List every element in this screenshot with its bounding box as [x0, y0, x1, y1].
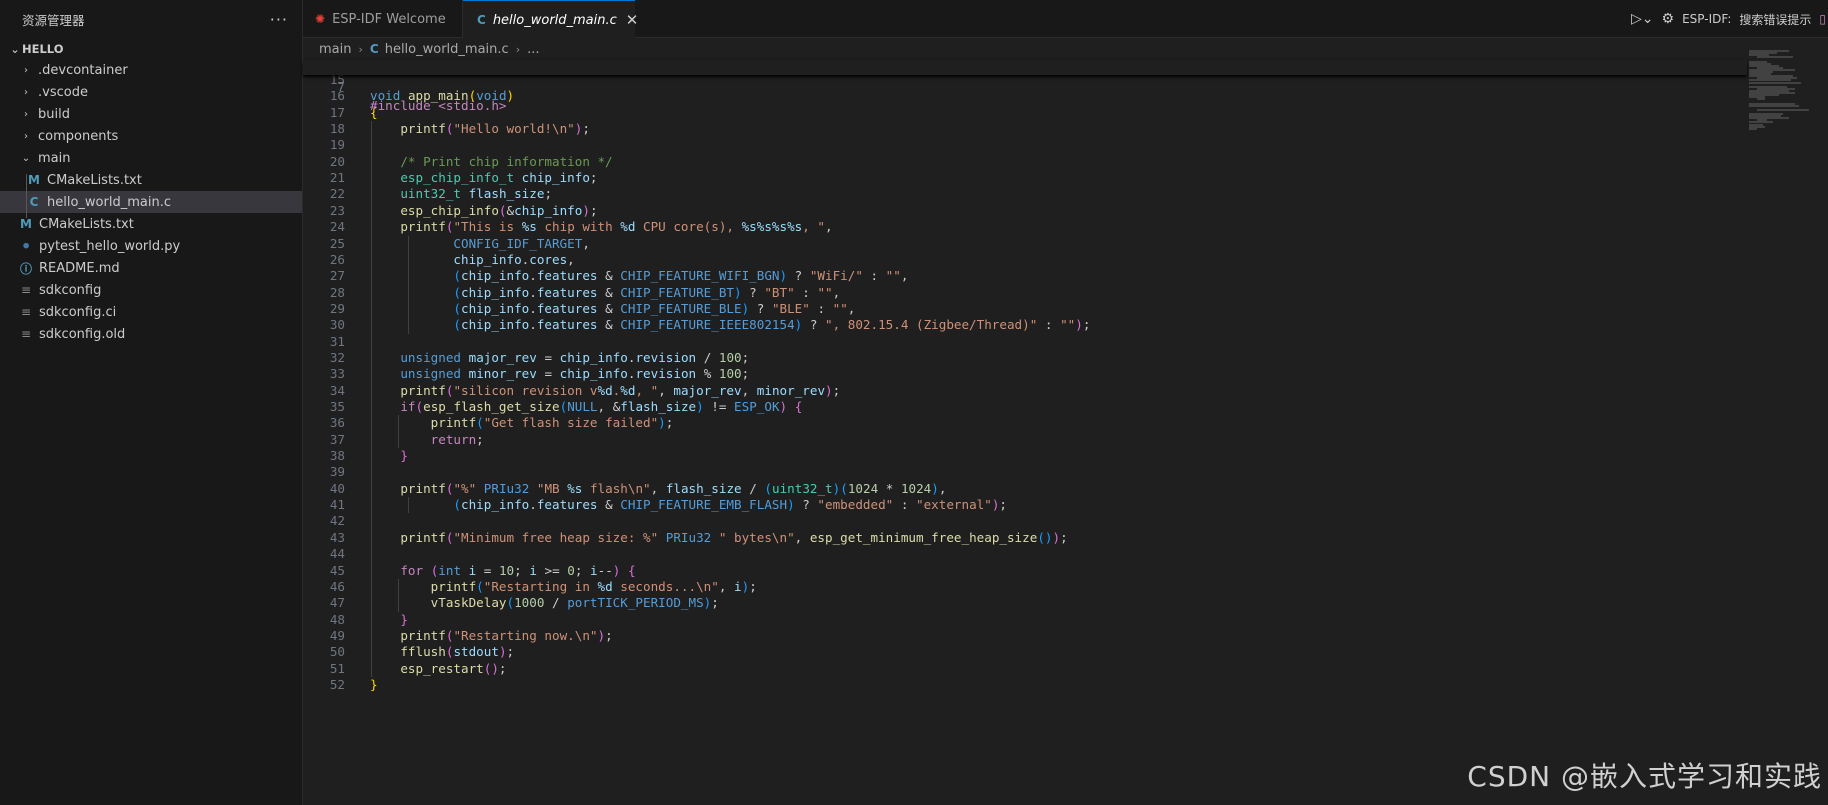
editor-actions: ▷⌄ ⚙ ESP-IDF: 搜索错误提示 ▯ [1631, 0, 1828, 38]
tab-label: ESP-IDF Welcome [332, 11, 446, 27]
cmake-file-icon: M [20, 217, 32, 231]
chevron-right-icon: › [515, 42, 521, 56]
tree-item-label: sdkconfig [39, 282, 102, 298]
file-tree: › .devcontainer › .vscode › build › components ⌄… [0, 59, 302, 345]
watermark: CSDN @嵌入式学习和实践 [1467, 760, 1822, 793]
esp-idf-label: ESP-IDF: [1682, 12, 1732, 26]
config-file-icon: ≡ [20, 327, 32, 341]
tree-item-label: build [38, 106, 70, 122]
tree-item-label: hello_world_main.c [47, 194, 171, 210]
search-error-hint-button[interactable]: 搜索错误提示 [1739, 11, 1811, 28]
tree-file[interactable]: ⓘ README.md [0, 257, 302, 279]
config-file-icon: ≡ [20, 283, 32, 297]
breadcrumb-symbol[interactable]: ... [527, 42, 539, 57]
chevron-down-icon: ⌄ [21, 152, 31, 164]
minimap-line [1757, 98, 1765, 101]
code-editor[interactable]: 7 #include <stdio.h> 15 16 void app_main(v… [303, 60, 1747, 805]
tree-item-label: .devcontainer [38, 62, 128, 78]
indent-guide [408, 235, 409, 334]
tree-folder[interactable]: › .vscode [0, 81, 302, 103]
run-debug-icon[interactable]: ▷⌄ [1631, 11, 1654, 27]
tree-folder[interactable]: › .devcontainer [0, 59, 302, 81]
chevron-right-icon: › [24, 108, 28, 120]
tree-file[interactable]: M CMakeLists.txt [0, 213, 302, 235]
breadcrumb-folder[interactable]: main [319, 42, 351, 57]
tree-item-label: CMakeLists.txt [47, 172, 142, 188]
workspace-root-label: HELLO [22, 42, 64, 56]
indent-guide [398, 578, 399, 612]
code-line: 7 #include <stdio.h> [303, 58, 1747, 113]
workspace-root[interactable]: ⌄ HELLO [0, 39, 302, 59]
explorer-title: 资源管理器 [22, 12, 85, 28]
chevron-right-icon: › [24, 64, 28, 76]
tree-item-label: sdkconfig.ci [39, 304, 117, 320]
line-number: 7 [337, 79, 345, 94]
minimap-line [1749, 127, 1757, 130]
chevron-right-icon: › [24, 86, 28, 98]
tree-file[interactable]: Chello_world_main.c [0, 191, 302, 213]
chevron-right-icon: › [24, 130, 28, 142]
more-actions-icon[interactable]: ··· [270, 10, 288, 29]
tree-item-label: sdkconfig.old [39, 326, 126, 342]
chevron-down-icon: ⌄ [10, 42, 20, 56]
explorer-sidebar: 资源管理器 ··· ⌄ HELLO › .devcontainer › .vscode… [0, 0, 303, 805]
tab-esp-idf-welcome[interactable]: ✺ ESP-IDF Welcome [303, 0, 463, 38]
tree-item-label: pytest_hello_world.py [39, 238, 181, 254]
tree-item-label: CMakeLists.txt [39, 216, 134, 232]
tree-item-label: components [38, 128, 119, 144]
tree-folder[interactable]: ⌄ main [0, 147, 302, 169]
code-line: 52} [303, 675, 1747, 694]
indent-guide [398, 415, 399, 449]
split-editor-icon[interactable]: ▯ [1819, 12, 1826, 26]
gear-icon[interactable]: ⚙ [1662, 11, 1675, 27]
tree-folder[interactable]: › build [0, 103, 302, 125]
minimap-line [1749, 104, 1799, 107]
explorer-header: 资源管理器 ··· [0, 0, 302, 38]
breadcrumb-file[interactable]: hello_world_main.c [385, 42, 509, 57]
minimap-line [1749, 81, 1801, 84]
minimap-line [1757, 108, 1809, 111]
tree-item-label: README.md [39, 260, 120, 276]
line-number: 52 [329, 676, 345, 692]
chevron-right-icon: › [358, 42, 363, 56]
tree-file[interactable]: ⚫ pytest_hello_world.py [0, 235, 302, 257]
tree-folder[interactable]: › components [0, 125, 302, 147]
line-text: #include <stdio.h> [370, 98, 507, 113]
editor-tab-bar: ✺ ESP-IDF Welcome C hello_world_main.c ✕… [303, 0, 1828, 39]
indent-guide [408, 497, 409, 514]
indent-guide [371, 121, 372, 677]
breadcrumb: main › C hello_world_main.c › ... [303, 38, 1828, 60]
tree-item-label: main [38, 150, 71, 166]
tree-file[interactable]: M CMakeLists.txt [0, 169, 302, 191]
sticky-scroll-header[interactable]: 7 #include <stdio.h> [303, 58, 1747, 113]
c-file-icon: C [29, 195, 39, 209]
minimap[interactable] [1747, 50, 1828, 805]
tab-label: hello_world_main.c [492, 12, 617, 28]
indent-guide [26, 174, 27, 218]
minimap-line [1749, 117, 1789, 120]
tree-file[interactable]: ≡ sdkconfig.ci [0, 301, 302, 323]
minimap-line [1757, 56, 1793, 59]
cmake-file-icon: M [28, 173, 40, 187]
tree-item-label: .vscode [38, 84, 88, 100]
tree-file[interactable]: ≡ sdkconfig [0, 279, 302, 301]
python-file-icon: ⚫ [20, 239, 32, 253]
close-icon[interactable]: ✕ [626, 11, 639, 29]
config-file-icon: ≡ [20, 305, 32, 319]
line-text: } [370, 676, 378, 692]
markdown-file-icon: ⓘ [19, 261, 32, 276]
tab-hello-world-main[interactable]: C hello_world_main.c ✕ [463, 0, 638, 39]
c-file-icon: C [369, 42, 379, 56]
c-file-icon: C [477, 13, 486, 27]
tree-file[interactable]: ≡ sdkconfig.old [0, 323, 302, 345]
esp-idf-icon: ✺ [315, 12, 326, 26]
